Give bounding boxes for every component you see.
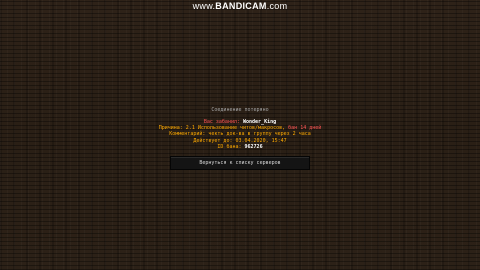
disconnect-title: Соединение потеряно (211, 107, 269, 113)
watermark-prefix: www. (192, 1, 216, 11)
watermark-brand: BANDICAM (215, 1, 267, 11)
ban-id-line: ID бана: 962726 (0, 144, 480, 150)
ban-comment: Комментарий: чекть док-ва в группу через… (169, 131, 311, 137)
ban-id-value: 962726 (244, 144, 263, 150)
ban-id-label: ID бана: (217, 144, 245, 150)
back-to-server-list-button[interactable]: Вернуться к списку серверов (170, 156, 310, 170)
bandicam-watermark: www.BANDICAM.com (0, 1, 480, 11)
watermark-suffix: .com (266, 1, 288, 11)
